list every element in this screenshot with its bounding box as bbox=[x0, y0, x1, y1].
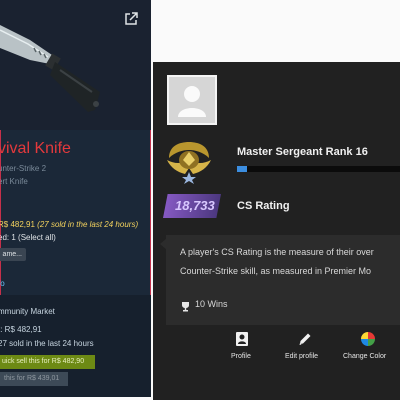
item-game: unter-Strike 2 bbox=[0, 164, 47, 173]
item-name: vival Knife bbox=[0, 140, 71, 157]
external-link-icon[interactable] bbox=[124, 12, 138, 26]
cs-rating-value: 18,733 bbox=[175, 198, 215, 213]
market-title: mmunity Market bbox=[0, 307, 55, 316]
tooltip-text-line-1: A player's CS Rating is the measure of t… bbox=[180, 247, 374, 257]
trophy-icon bbox=[182, 302, 189, 312]
item-sold-note: (27 sold in the last 24 hours) bbox=[37, 220, 139, 229]
selected-count: 1 bbox=[11, 233, 16, 242]
item-price: R$ 482,91 bbox=[0, 220, 35, 229]
tooltip-text-line-2: Counter-Strike skill, as measured in Pre… bbox=[180, 266, 372, 276]
default-avatar-icon bbox=[178, 86, 206, 117]
avatar[interactable] bbox=[167, 75, 217, 125]
rename-button[interactable]: ame... bbox=[0, 248, 26, 261]
info-link[interactable]: fo bbox=[0, 279, 5, 288]
select-all-link[interactable]: (Select all) bbox=[18, 233, 56, 242]
pencil-icon[interactable] bbox=[297, 331, 313, 347]
rank-badge-icon bbox=[167, 142, 211, 184]
rank-name: Master Sergeant Rank 16 bbox=[237, 146, 368, 158]
nav-change-color-label[interactable]: Change Color bbox=[343, 353, 386, 360]
profile-card-icon[interactable] bbox=[234, 331, 250, 347]
rank-progress-fill bbox=[237, 166, 247, 172]
cs-rating-label: CS Rating bbox=[237, 200, 290, 212]
quick-sell-button[interactable]: uick sell this for R$ 482,90 bbox=[0, 355, 95, 369]
item-type: ert Knife bbox=[0, 177, 28, 186]
rank-progress-bar bbox=[237, 166, 400, 172]
nav-edit-profile-label[interactable]: Edit profile bbox=[285, 353, 318, 360]
sell-button[interactable]: this for R$ 439,01 bbox=[0, 372, 68, 386]
market-starting-price: t: R$ 482,91 bbox=[0, 325, 42, 334]
market-sold-count: 27 sold in the last 24 hours bbox=[0, 339, 94, 348]
item-price-line: R$ 482,91 (27 sold in the last 24 hours) bbox=[0, 220, 138, 229]
wins-count: 10 Wins bbox=[195, 299, 228, 309]
nav-profile-label[interactable]: Profile bbox=[231, 353, 251, 360]
color-wheel-icon[interactable] bbox=[360, 331, 376, 347]
selected-line: ed: 1 (Select all) bbox=[0, 233, 56, 242]
selected-prefix: ed: bbox=[0, 233, 10, 242]
